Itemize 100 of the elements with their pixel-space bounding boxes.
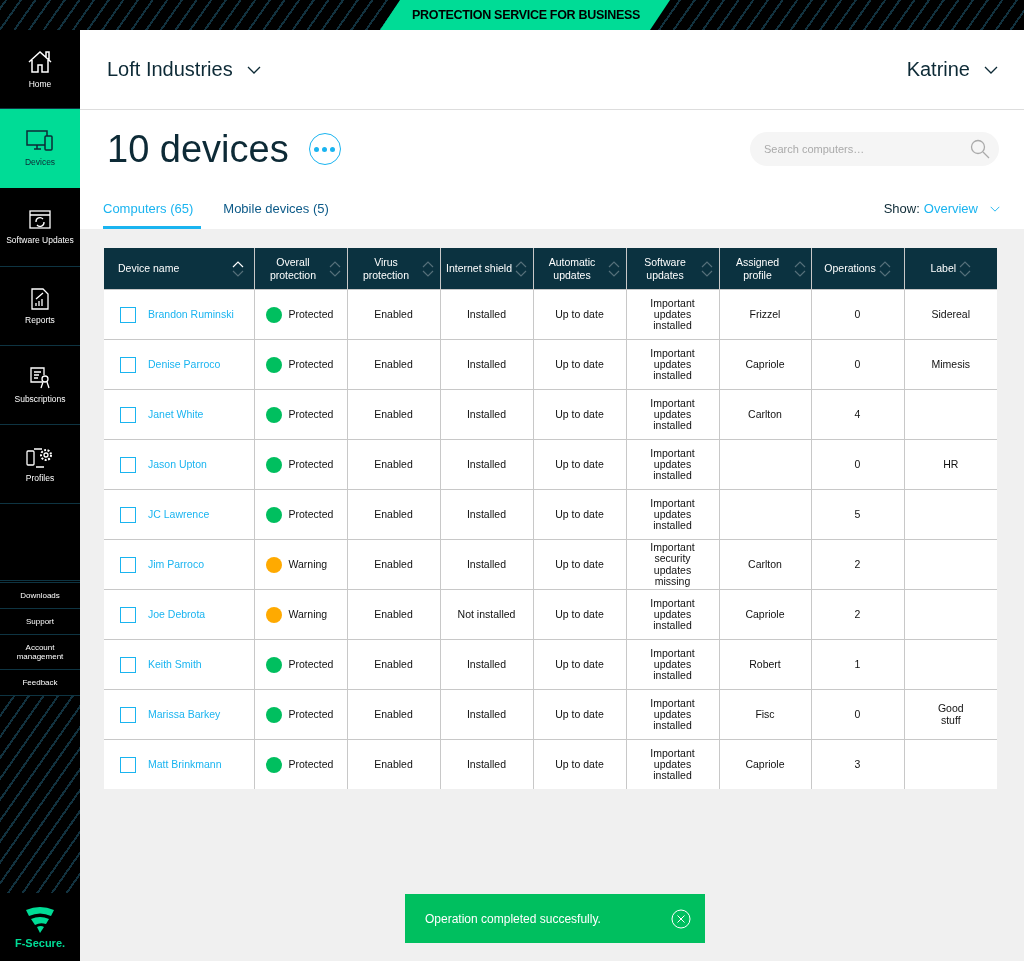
column-header: Operations — [824, 262, 876, 275]
table-cell: Mimesis — [931, 359, 970, 370]
table-cell: 4 — [854, 408, 861, 420]
report-icon — [31, 287, 49, 310]
window-refresh-icon — [29, 209, 51, 230]
table-cell-text: Important updates installed — [649, 697, 696, 731]
search-field[interactable]: Search computers… — [750, 132, 999, 166]
table-cell: Frizzel — [749, 308, 781, 320]
table-cell: Up to date — [555, 558, 604, 570]
table-cell: Enabled — [374, 658, 413, 670]
house-icon — [27, 49, 53, 74]
table-cell: 0 — [854, 358, 861, 370]
column-header: Device name — [118, 262, 180, 275]
status-text: Warning — [288, 609, 328, 620]
table-cell: Fisc — [755, 708, 775, 720]
table-cell: Robert — [749, 658, 781, 670]
checkbox[interactable] — [120, 506, 136, 523]
column-header: Automatic updates — [547, 255, 597, 282]
table-cell: Enabled — [374, 708, 413, 720]
checkbox[interactable] — [120, 406, 136, 423]
table-cell-text: Important updates installed — [649, 597, 696, 631]
table-cell: Installed — [466, 408, 507, 420]
table-cell: Up to date — [555, 308, 604, 320]
table-cell: Up to date — [555, 408, 604, 420]
table-cell: Installed — [466, 758, 507, 770]
table-cell: Not installed — [457, 608, 516, 620]
table-cell: Up to date — [555, 758, 604, 770]
table-cell: Up to date — [555, 658, 604, 670]
close-icon[interactable] — [671, 908, 691, 929]
status-text: Protected — [288, 709, 334, 720]
chevron-down-icon[interactable] — [984, 65, 998, 74]
user-dropdown[interactable]: Katrine — [906, 58, 998, 81]
status-text: Warning — [288, 559, 328, 570]
table-cell: Enabled — [374, 408, 413, 420]
devices-gear-icon — [26, 445, 54, 468]
table-cell: Capriole — [745, 358, 785, 370]
table-cell: 3 — [854, 758, 861, 770]
status-text: Protected — [288, 459, 334, 470]
column-header: Overall protection — [268, 255, 318, 282]
table-cell: Installed — [466, 558, 507, 570]
status-text: Protected — [288, 509, 334, 520]
search-icon — [970, 139, 990, 159]
checkbox[interactable] — [120, 656, 136, 673]
table-cell-text: Important updates installed — [649, 647, 696, 681]
show-label: Show: — [883, 201, 920, 216]
product-banner: PROTECTION SERVICE FOR BUSINESS — [380, 0, 670, 30]
certificate-icon — [30, 366, 50, 389]
table-cell: Enabled — [374, 608, 413, 620]
table-cell: 0 — [854, 708, 861, 720]
table-cell-text: Important updates installed — [649, 397, 696, 431]
table-cell-text: Important updates installed — [649, 447, 696, 481]
checkbox[interactable] — [120, 356, 136, 373]
column-header: Virus protection — [361, 255, 411, 282]
table-cell: Up to date — [555, 508, 604, 520]
table-cell-text: Good stuff — [936, 703, 965, 726]
tab[interactable]: Mobile devices (5) — [223, 201, 329, 229]
table-cell: Enabled — [374, 458, 413, 470]
devices-icon — [26, 129, 54, 152]
table-cell: Capriole — [745, 608, 785, 620]
table-cell: 5 — [854, 508, 861, 520]
column-header: Assigned profile — [734, 255, 781, 282]
status-text: Protected — [288, 759, 334, 770]
table-cell: Enabled — [374, 358, 413, 370]
company-dropdown[interactable]: Loft Industries — [107, 58, 261, 81]
table-cell: Enabled — [374, 758, 413, 770]
table-cell-text: Important updates installed — [649, 497, 696, 531]
table-cell: HR — [943, 459, 959, 470]
chevron-down-icon[interactable] — [246, 65, 261, 74]
column-header: Internet shield — [446, 262, 512, 275]
sidebar-item[interactable]: Devices — [0, 109, 80, 188]
checkbox[interactable] — [120, 706, 136, 723]
table-cell: Enabled — [374, 308, 413, 320]
table-cell: 0 — [854, 308, 861, 320]
checkbox[interactable] — [120, 456, 136, 473]
table-cell-text: Important security updates missing — [649, 542, 696, 587]
table-cell: Installed — [466, 358, 507, 370]
table-cell: Up to date — [555, 708, 604, 720]
checkbox[interactable] — [120, 606, 136, 623]
table-cell: Up to date — [555, 458, 604, 470]
table-cell: Carlton — [748, 408, 782, 420]
brand-logo: F-Secure. — [14, 936, 66, 949]
table-cell: Capriole — [745, 758, 785, 770]
table-cell: 0 — [854, 458, 861, 470]
table-cell-text: Important updates installed — [649, 297, 696, 331]
sort-icon[interactable] — [231, 259, 244, 278]
table-cell: 1 — [854, 658, 861, 670]
column-header: Label — [930, 262, 957, 275]
table-cell: Enabled — [374, 558, 413, 570]
table-cell: Installed — [466, 508, 507, 520]
table-cell: Enabled — [374, 508, 413, 520]
shield-logo-icon — [24, 905, 56, 934]
table-cell: Installed — [466, 308, 507, 320]
checkbox[interactable] — [120, 756, 136, 773]
table-cell: 2 — [854, 558, 861, 570]
table-cell: Up to date — [555, 358, 604, 370]
status-text: Protected — [288, 659, 334, 670]
table-cell: Installed — [466, 458, 507, 470]
toast-message: Operation completed succesfully. — [425, 911, 601, 926]
checkbox[interactable] — [120, 306, 136, 323]
checkbox[interactable] — [120, 556, 136, 573]
